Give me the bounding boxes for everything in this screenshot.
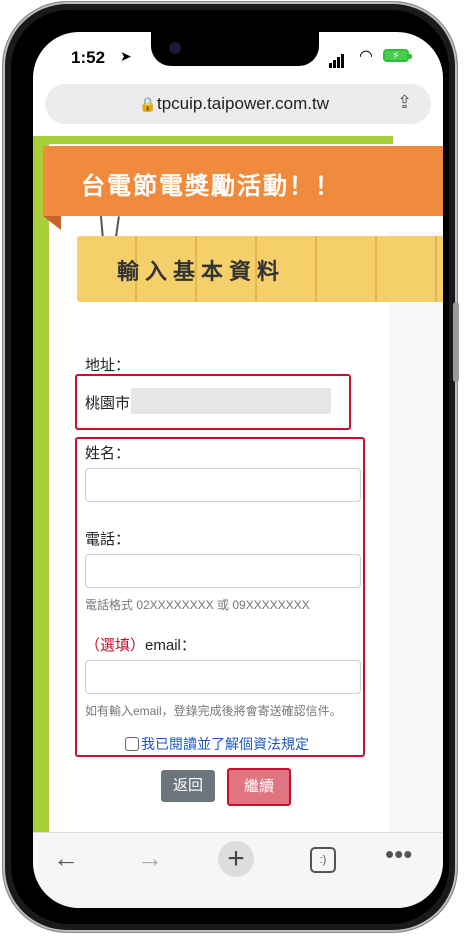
back-button[interactable]: 返回 [161, 770, 215, 802]
location-arrow-icon: ➤ [120, 48, 132, 64]
address-label: 地址： [85, 357, 131, 374]
address-redacted [131, 388, 331, 414]
decor-green-top [33, 136, 393, 144]
continue-button[interactable]: 繼續 [227, 768, 291, 806]
tabs-icon[interactable]: :) [310, 847, 336, 873]
share-icon[interactable]: ⇪ [397, 92, 412, 113]
side-button [453, 302, 459, 382]
web-content: 台電節電獎勵活動！！ 輸入基本資料 地址： 桃園市 姓名： 電話： 電話格式 0… [33, 132, 443, 836]
new-tab-plus-icon[interactable]: + [218, 841, 254, 877]
screen: 1:52 ➤ ◠ ⚡ 🔒 tpcuip.taipower.com.tw ⇪ 台電… [33, 32, 443, 908]
section-title: 輸入基本資料 [117, 259, 286, 284]
phone-hint: 電話格式 02XXXXXXXX 或 09XXXXXXXX [85, 598, 310, 612]
email-input[interactable] [85, 660, 361, 694]
phone-label: 電話： [85, 531, 131, 548]
email-label: email： [145, 637, 196, 654]
cellular-signal-icon [329, 50, 345, 68]
status-time: 1:52 [71, 48, 106, 67]
phone-frame: 1:52 ➤ ◠ ⚡ 🔒 tpcuip.taipower.com.tw ⇪ 台電… [3, 2, 459, 932]
back-arrow-icon[interactable]: ← [53, 843, 79, 874]
email-label-row: （選填）email： [85, 634, 196, 655]
status-bar: 1:52 ➤ ◠ ⚡ [33, 32, 443, 84]
email-hint: 如有輸入email，登錄完成後將會寄送確認信件。 [85, 704, 342, 718]
notch [151, 32, 319, 66]
browser-toolbar: ← → + :) ••• [33, 832, 443, 908]
phone-input[interactable] [85, 554, 361, 588]
camera-icon [169, 42, 181, 54]
phone-bezel: 1:52 ➤ ◠ ⚡ 🔒 tpcuip.taipower.com.tw ⇪ 台電… [11, 10, 449, 924]
privacy-link[interactable]: 我已閱讀並了解個資法規定 [141, 734, 309, 754]
forward-arrow-icon[interactable]: → [137, 843, 163, 874]
address-bar[interactable]: 🔒 tpcuip.taipower.com.tw ⇪ [45, 84, 431, 124]
lock-icon: 🔒 [139, 96, 157, 112]
campaign-banner: 台電節電獎勵活動！！ [43, 146, 443, 216]
wifi-icon: ◠ [359, 48, 373, 65]
wood-sign: 輸入基本資料 [77, 236, 443, 302]
decor-right-panel [389, 232, 443, 832]
address-value: 桃園市 [85, 395, 131, 412]
decor-green-bar [33, 136, 49, 836]
optional-tag: （選填） [85, 637, 146, 654]
banner-fold [43, 216, 61, 230]
more-icon[interactable]: ••• [385, 839, 412, 870]
banner-title: 台電節電獎勵活動！！ [81, 173, 341, 200]
privacy-checkbox[interactable] [125, 737, 139, 751]
name-label: 姓名： [85, 445, 131, 462]
battery-charging-icon: ⚡ [383, 49, 412, 62]
name-input[interactable] [85, 468, 361, 502]
url-text: tpcuip.taipower.com.tw [157, 94, 329, 113]
